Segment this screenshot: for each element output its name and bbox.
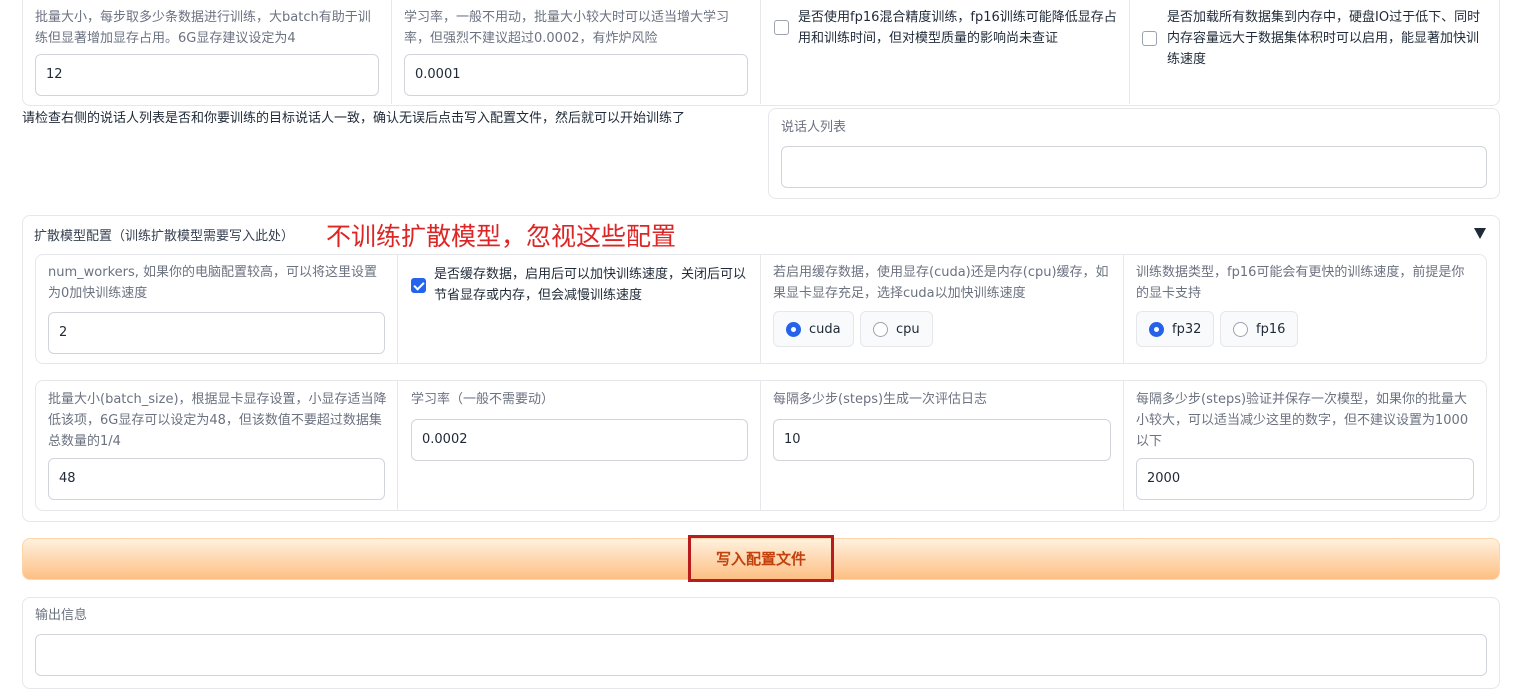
diffusion-annotation: 不训练扩散模型，忽视这些配置 (326, 222, 677, 251)
load-all-checkbox[interactable] (1142, 31, 1157, 46)
fp16-label: 是否使用fp16混合精度训练，fp16训练可能降低显存占用和训练时间，但对模型质… (798, 10, 1117, 46)
output-label: 输出信息 (35, 608, 88, 623)
diff-batch-size-label: 批量大小(batch_size)，根据显卡显存设置，小显存适当降低该项，6G显存… (48, 392, 387, 449)
divider (397, 381, 398, 510)
num-workers-label: num_workers, 如果你的电脑配置较高，可以将这里设置为0加快训练速度 (48, 265, 378, 301)
cache-data-checkbox[interactable] (411, 278, 426, 293)
output-field[interactable] (35, 634, 1487, 676)
dtype-label: 训练数据类型，fp16可能会有更快的训练速度，前提是你的显卡支持 (1136, 265, 1465, 301)
radio-unselected-icon (873, 321, 888, 337)
log-interval-input[interactable]: 10 (773, 419, 1111, 461)
num-workers-input[interactable]: 2 (48, 312, 385, 354)
radio-fp16[interactable]: fp16 (1220, 311, 1299, 347)
batch-size-label: 批量大小，每步取多少条数据进行训练，大batch有助于训练但显著增加显存占用。6… (35, 10, 371, 46)
save-interval-input[interactable]: 2000 (1136, 458, 1474, 500)
load-all-label: 是否加载所有数据集到内存中，硬盘IO过于低下、同时内存容量远大于数据集体积时可以… (1167, 10, 1481, 67)
divider (1123, 381, 1124, 510)
cache-device-label: 若启用缓存数据，使用显存(cuda)还是内存(cpu)缓存，如果显卡显存充足，选… (773, 265, 1109, 301)
radio-selected-icon (1149, 321, 1164, 337)
radio-cuda[interactable]: cuda (773, 311, 854, 347)
cache-data-label: 是否缓存数据，启用后可以加快训练速度，关闭后可以节省显存或内存，但会减慢训练速度 (434, 267, 747, 303)
divider (1129, 0, 1130, 104)
divider (760, 255, 761, 363)
diff-lr-label: 学习率（一般不需要动） (411, 392, 555, 407)
learning-rate-label: 学习率，一般不用动，批量大小较大时可以适当增大学习率，但强烈不建议超过0.000… (404, 10, 730, 46)
divider (1123, 255, 1124, 363)
batch-size-input[interactable]: 12 (35, 54, 379, 96)
diff-lr-input[interactable]: 0.0002 (411, 419, 748, 461)
radio-selected-icon (786, 321, 801, 337)
log-interval-label: 每隔多少步(steps)生成一次评估日志 (773, 392, 988, 407)
radio-fp16-label: fp16 (1256, 321, 1286, 337)
speaker-list-field[interactable] (781, 146, 1487, 188)
learning-rate-input[interactable]: 0.0001 (404, 54, 748, 96)
radio-unselected-icon (1233, 321, 1248, 337)
divider (391, 0, 392, 104)
fp16-checkbox[interactable] (774, 20, 789, 35)
diff-batch-size-input[interactable]: 48 (48, 458, 385, 500)
radio-cuda-label: cuda (809, 321, 841, 337)
divider (760, 0, 761, 104)
speaker-list-label: 说话人列表 (781, 120, 847, 135)
divider (760, 381, 761, 510)
radio-cpu-label: cpu (896, 321, 920, 337)
speaker-instruction: 请检查右侧的说话人列表是否和你要训练的目标说话人一致，确认无误后点击写入配置文件… (22, 111, 686, 126)
radio-cpu[interactable]: cpu (860, 311, 933, 347)
divider (397, 255, 398, 363)
radio-fp32-label: fp32 (1172, 321, 1202, 337)
radio-fp32[interactable]: fp32 (1136, 311, 1215, 347)
save-interval-label: 每隔多少步(steps)验证并保存一次模型，如果你的批量大小较大，可以适当减少这… (1136, 392, 1469, 449)
write-config-button-label[interactable]: 写入配置文件 (688, 535, 834, 582)
triangle-down-icon[interactable] (1474, 228, 1486, 239)
diffusion-accordion-title[interactable]: 扩散模型配置（训练扩散模型需要写入此处） (34, 226, 294, 247)
